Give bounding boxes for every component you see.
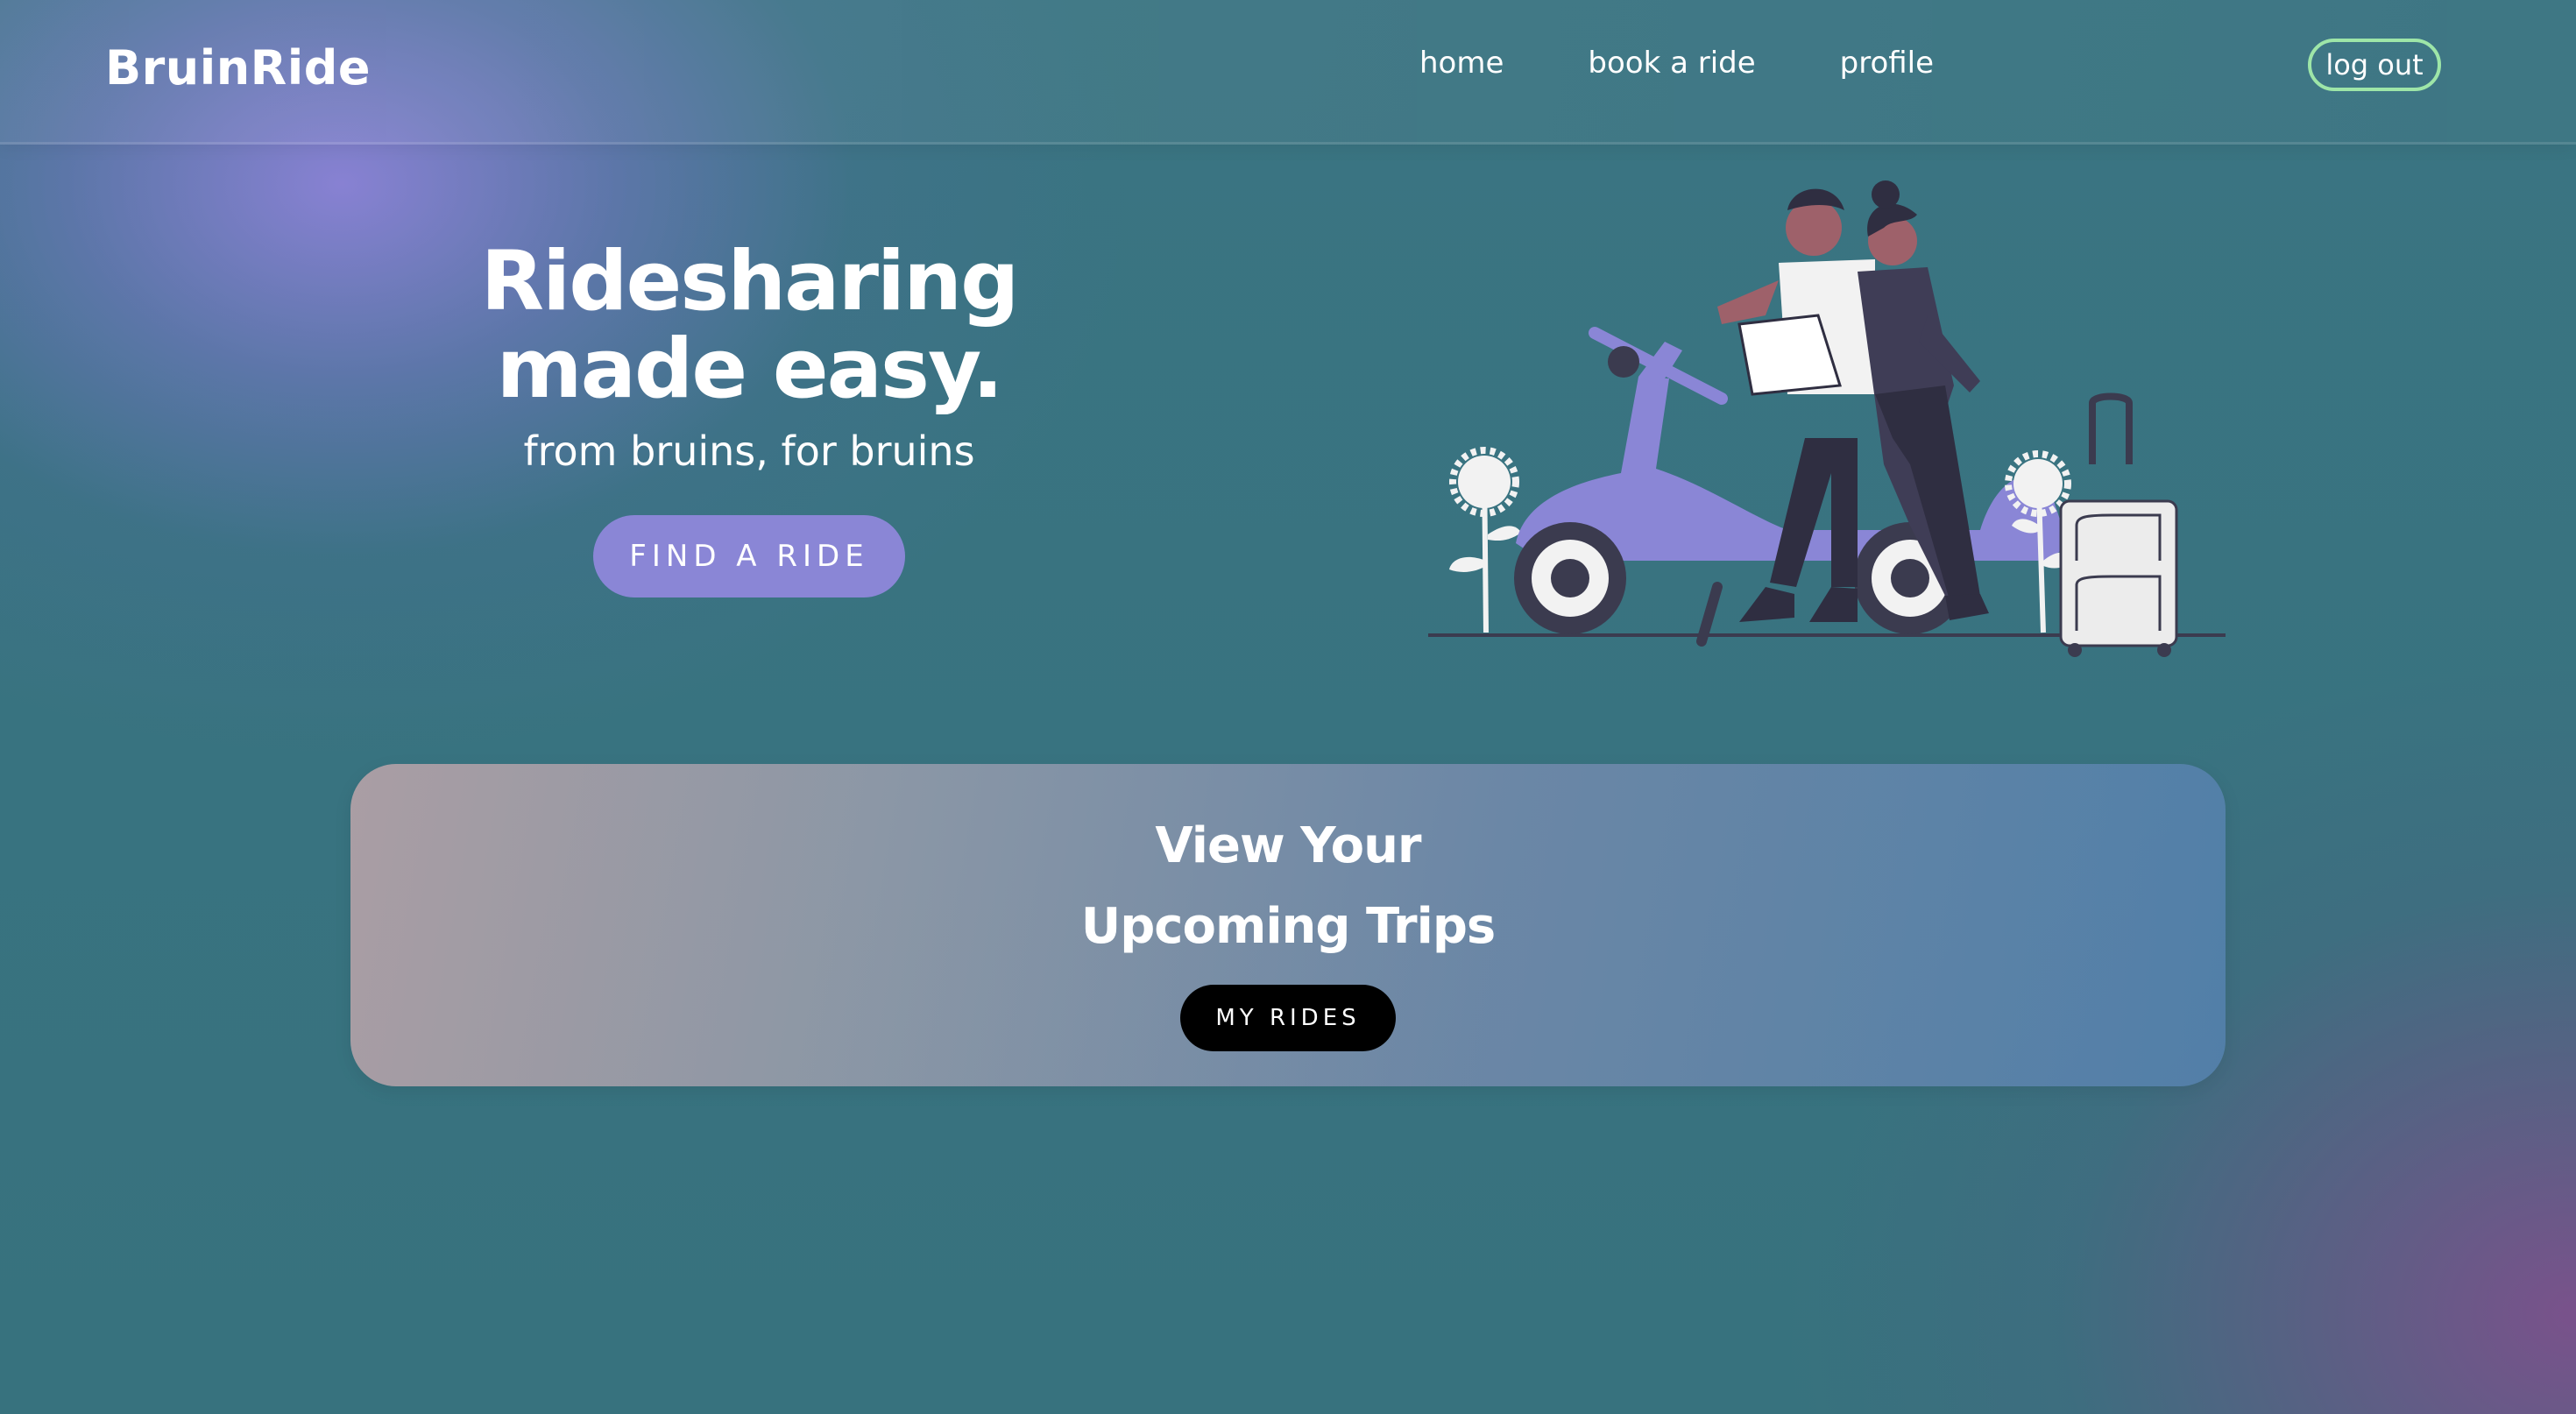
nav-link-book-a-ride[interactable]: book a ride: [1588, 46, 1755, 81]
upcoming-trips-card: View Your Upcoming Trips MY RIDES: [350, 764, 2226, 1086]
nav-link-home[interactable]: home: [1419, 46, 1504, 81]
my-rides-button[interactable]: MY RIDES: [1180, 985, 1396, 1051]
hero-title-line-1: Ridesharing: [480, 234, 1020, 329]
nav-link-profile[interactable]: profile: [1840, 46, 1934, 81]
find-a-ride-button[interactable]: FIND A RIDE: [593, 515, 905, 597]
scooter-riders-illustration: [1428, 180, 2226, 657]
upcoming-trips-title-line-1: View Your: [1155, 817, 1421, 874]
upcoming-trips-title-line-2: Upcoming Trips: [1080, 898, 1497, 955]
navbar: BruinRide home book a ride profile log o…: [0, 0, 2576, 145]
logout-button[interactable]: log out: [2308, 39, 2441, 91]
nav-links: home book a ride profile: [1419, 46, 1934, 81]
hero-title: Ridesharing made easy.: [399, 238, 1100, 414]
hero-title-line-2: made easy.: [496, 322, 1004, 417]
upcoming-trips-title: View Your Upcoming Trips: [350, 806, 2226, 967]
hero-subtitle: from bruins, for bruins: [523, 428, 975, 475]
left-flower-icon: [1449, 447, 1521, 633]
suitcase-icon: [2059, 392, 2178, 657]
brand-logo[interactable]: BruinRide: [105, 40, 371, 95]
